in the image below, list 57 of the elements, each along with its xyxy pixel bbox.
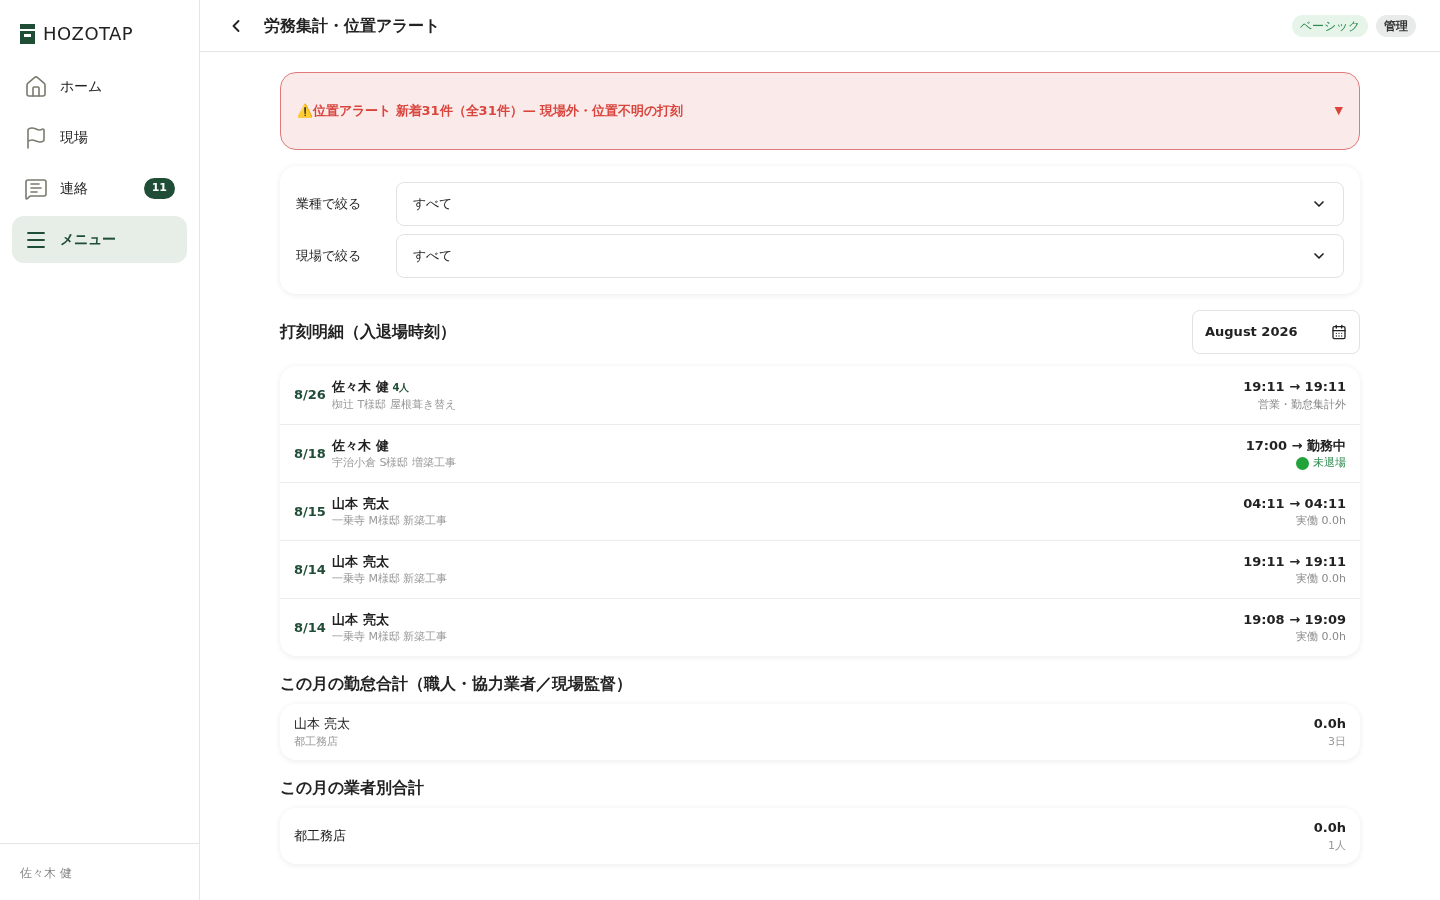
sidebar-item[interactable]: ホーム bbox=[12, 63, 187, 110]
punch-date: 8/18 bbox=[294, 444, 327, 463]
punch-time: 17:00 → 勤務中 bbox=[1245, 436, 1346, 455]
filter-select[interactable]: すべて bbox=[396, 234, 1344, 278]
summary-detail: 3日 bbox=[1328, 733, 1346, 750]
worker-name: 佐々木 健 bbox=[332, 378, 389, 396]
site-name: 一乗寺 M様邸 新築工事 bbox=[332, 629, 449, 645]
punch-status: 未退場 bbox=[1313, 455, 1346, 471]
unread-badge: 11 bbox=[143, 178, 175, 199]
summary-hours: 0.0h bbox=[1313, 819, 1346, 837]
site-name: 宇治小倉 S様邸 増築工事 bbox=[332, 455, 457, 471]
punch-time: 19:08 → 19:09 bbox=[1243, 610, 1346, 629]
app-logo-text: HOZOTAP bbox=[43, 22, 134, 46]
sidebar-item[interactable]: 連絡 11 bbox=[12, 165, 187, 212]
punch-date: 8/26 bbox=[294, 386, 327, 405]
filter-select[interactable]: すべて bbox=[396, 182, 1344, 226]
worker-name: 山本 亮太 bbox=[332, 610, 389, 629]
punch-status: 実働 0.0h bbox=[1296, 513, 1346, 529]
flag-icon bbox=[24, 125, 48, 150]
calendar-icon bbox=[1331, 324, 1347, 340]
site-name: 椥辻 T様邸 屋根葺き替え bbox=[332, 396, 457, 413]
summary-name: 山本 亮太 bbox=[294, 715, 352, 733]
punch-status: 実働 0.0h bbox=[1296, 571, 1346, 587]
summary-hours: 0.0h bbox=[1313, 715, 1346, 733]
punch-time: 04:11 → 04:11 bbox=[1243, 494, 1346, 513]
punch-time: 19:11 → 19:11 bbox=[1243, 378, 1346, 396]
sidebar-item[interactable]: メニュー bbox=[12, 216, 187, 263]
plan-tag: 管理 bbox=[1376, 14, 1416, 37]
location-alert-banner[interactable]: ⚠位置アラート 新着31件（全31件）— 現場外・位置不明の打刻 ▼ bbox=[280, 72, 1360, 150]
home-icon bbox=[24, 74, 48, 99]
punch-status: 実働 0.0h bbox=[1296, 629, 1346, 645]
chat-icon bbox=[24, 176, 48, 201]
worker-name: 山本 亮太 bbox=[332, 494, 389, 513]
crew-count: 4人 bbox=[392, 381, 410, 395]
punch-time: 19:11 → 19:11 bbox=[1243, 552, 1346, 571]
plan-tag: ベーシック bbox=[1292, 14, 1368, 37]
summary-name: 都工務店 bbox=[294, 827, 347, 846]
worker-name: 佐々木 健 bbox=[332, 436, 389, 455]
summary-company: 都工務店 bbox=[294, 733, 339, 750]
filter-label: 業種で絞る bbox=[296, 195, 362, 214]
section-heading: この月の業者別合計 bbox=[280, 777, 425, 799]
filter-label: 現場で絞る bbox=[296, 247, 362, 266]
logo-icon bbox=[20, 23, 35, 44]
punch-date: 8/14 bbox=[294, 618, 327, 637]
summary-detail: 1人 bbox=[1328, 837, 1346, 854]
site-name: 一乗寺 M様邸 新築工事 bbox=[332, 513, 449, 529]
worker-name: 山本 亮太 bbox=[332, 552, 389, 571]
month-picker[interactable]: August 2026 bbox=[1192, 310, 1360, 354]
user-name: 佐々木 健 bbox=[20, 866, 72, 880]
punch-date: 8/14 bbox=[294, 560, 327, 579]
punch-status: 営業・勤怠集計外 bbox=[1258, 396, 1346, 413]
punch-date: 8/15 bbox=[294, 502, 327, 521]
section-heading: 打刻明細（入退場時刻） bbox=[280, 321, 456, 343]
page-title: 労務集計・位置アラート bbox=[264, 14, 441, 37]
section-heading: この月の勤怠合計（職人・協力業者／現場監督） bbox=[280, 673, 633, 695]
sidebar-item[interactable]: 現場 bbox=[12, 114, 187, 161]
site-name: 一乗寺 M様邸 新築工事 bbox=[332, 571, 449, 587]
